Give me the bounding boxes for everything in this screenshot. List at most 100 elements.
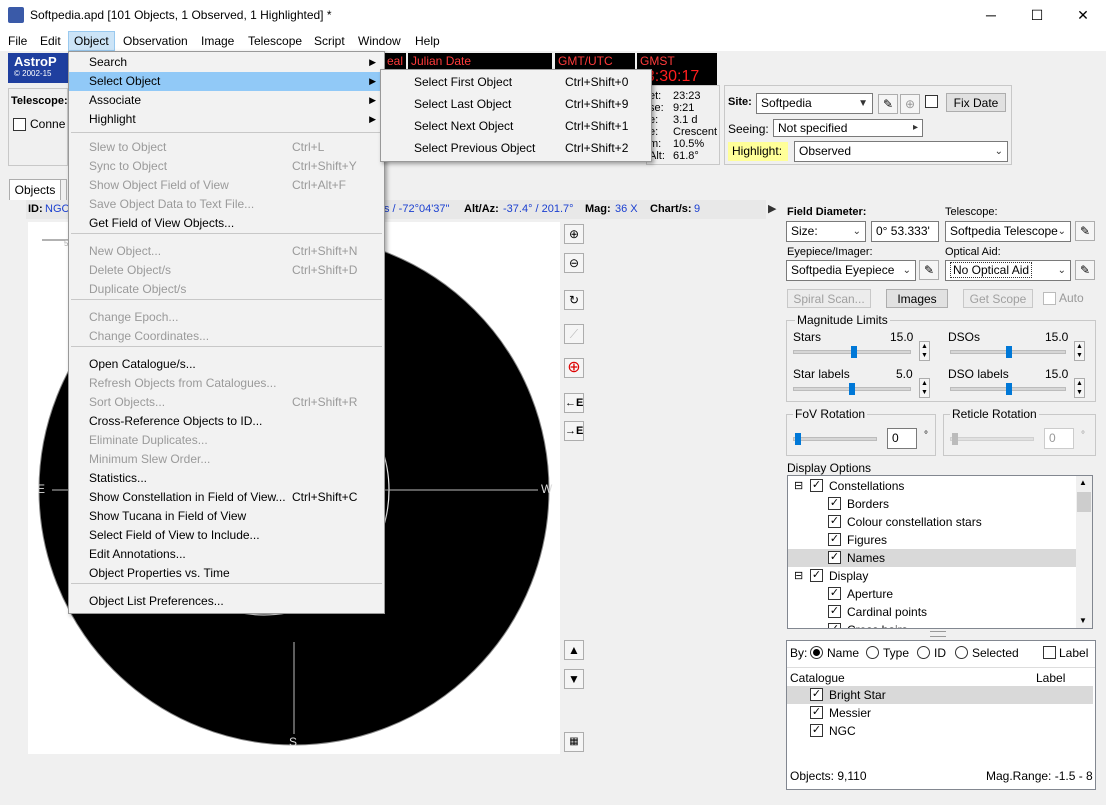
menu-item-edit-annotations[interactable]: Edit Annotations... bbox=[69, 545, 384, 564]
images-button[interactable]: Images bbox=[886, 289, 948, 308]
crosshair-button[interactable]: ⊕ bbox=[564, 358, 584, 378]
tree-checkbox[interactable]: ✓ bbox=[810, 569, 823, 582]
catalogue-row-messier[interactable]: ✓ Messier bbox=[787, 704, 1093, 722]
tree-checkbox[interactable]: ✓ bbox=[810, 479, 823, 492]
menu-item-select-last[interactable]: Select Last Object Ctrl+Shift+9 bbox=[381, 95, 651, 114]
east-right-button[interactable]: →E bbox=[564, 421, 584, 441]
menu-item-object-list-preferences[interactable]: Object List Preferences... bbox=[69, 592, 384, 611]
menu-observation[interactable]: Observation bbox=[118, 31, 193, 51]
spiral-scan-button[interactable]: Spiral Scan... bbox=[787, 289, 871, 308]
tree-row-crosshairs[interactable]: ✓ Cross hairs bbox=[788, 621, 1076, 628]
stars-spinner[interactable]: ▲ ▼ bbox=[919, 341, 930, 361]
radio-by-id[interactable] bbox=[917, 646, 930, 659]
east-left-button[interactable]: ←E bbox=[564, 393, 584, 413]
menu-item-show-constellation-in-field-of-view[interactable]: Show Constellation in Field of View... Ct… bbox=[69, 488, 384, 507]
tree-checkbox[interactable]: ✓ bbox=[828, 533, 841, 546]
menu-telescope[interactable]: Telescope bbox=[243, 31, 307, 51]
info-bar-arrow-icon[interactable]: ▶ bbox=[768, 202, 776, 215]
tab-next[interactable] bbox=[61, 179, 67, 200]
close-button[interactable]: ✕ bbox=[1060, 0, 1106, 31]
menu-window[interactable]: Window bbox=[353, 31, 406, 51]
splitter-handle[interactable] bbox=[930, 631, 946, 637]
rotate-button[interactable]: ↻ bbox=[564, 290, 584, 310]
menu-edit[interactable]: Edit bbox=[35, 31, 66, 51]
tree-checkbox[interactable]: ✓ bbox=[828, 515, 841, 528]
tree-scrollbar[interactable]: ▲ ▼ bbox=[1076, 476, 1092, 628]
display-options-tree[interactable]: ▲ ▼ ⊟ ✓ Constellations ✓ Borders ✓ Colour co… bbox=[787, 475, 1093, 629]
tab-objects[interactable]: Objects bbox=[9, 179, 61, 200]
menu-item-cross-reference-objects-to-id[interactable]: Cross-Reference Objects to ID... bbox=[69, 412, 384, 431]
label-checkbox[interactable] bbox=[1043, 646, 1056, 659]
eyepiece-edit-button[interactable]: ✎ bbox=[919, 260, 939, 280]
tree-row-colour[interactable]: ✓ Colour constellation stars bbox=[788, 513, 1076, 531]
maximize-button[interactable]: ☐ bbox=[1014, 0, 1060, 31]
connect-checkbox[interactable] bbox=[13, 118, 26, 131]
menu-object[interactable]: Object bbox=[68, 31, 115, 51]
optical-aid-edit-button[interactable]: ✎ bbox=[1075, 260, 1095, 280]
scroll-thumb[interactable] bbox=[1077, 492, 1091, 512]
radio-by-selected[interactable] bbox=[955, 646, 968, 659]
dsos-slider-thumb[interactable] bbox=[1006, 346, 1012, 358]
catalogue-checkbox[interactable]: ✓ bbox=[810, 724, 823, 737]
tree-checkbox[interactable]: ✓ bbox=[828, 623, 841, 628]
fov-rotation-input[interactable]: 0 bbox=[887, 428, 917, 449]
menu-image[interactable]: Image bbox=[196, 31, 239, 51]
menu-item-select-first[interactable]: Select First Object Ctrl+Shift+0 bbox=[381, 73, 651, 92]
zoom-out-button[interactable]: ⊖ bbox=[564, 253, 584, 273]
site-globe-button[interactable]: ⊕ bbox=[900, 94, 920, 114]
menu-file[interactable]: File bbox=[3, 31, 32, 51]
tree-checkbox[interactable]: ✓ bbox=[828, 497, 841, 510]
zoom-in-button[interactable]: ⊕ bbox=[564, 224, 584, 244]
site-edit-button[interactable]: ✎ bbox=[878, 94, 898, 114]
expand-icon[interactable]: ⊟ bbox=[794, 477, 803, 495]
menu-item-object-properties-vs-time[interactable]: Object Properties vs. Time bbox=[69, 564, 384, 583]
tree-checkbox[interactable]: ✓ bbox=[828, 551, 841, 564]
site-select[interactable]: Softpedia ▼ bbox=[756, 93, 873, 114]
optical-aid-select[interactable]: No Optical Aid ⌄ bbox=[945, 260, 1071, 281]
auto-checkbox[interactable] bbox=[1043, 292, 1056, 305]
tree-row-constellations[interactable]: ⊟ ✓ Constellations bbox=[788, 477, 1076, 495]
telescope-select[interactable]: Softpedia Telescope ⌄ bbox=[945, 221, 1071, 242]
tree-row-names[interactable]: ✓ Names bbox=[788, 549, 1076, 567]
expand-icon[interactable]: ⊟ bbox=[794, 567, 803, 585]
menu-item-select-next[interactable]: Select Next Object Ctrl+Shift+1 bbox=[381, 117, 651, 136]
tree-row-cardinal[interactable]: ✓ Cardinal points bbox=[788, 603, 1076, 621]
reticle-rotation-input[interactable]: 0 bbox=[1044, 428, 1074, 449]
catalogue-checkbox[interactable]: ✓ bbox=[810, 706, 823, 719]
catalogue-row-bright-star[interactable]: ✓ Bright Star bbox=[787, 686, 1093, 704]
scroll-up-button[interactable]: ▲ bbox=[564, 640, 584, 660]
dsos-spinner[interactable]: ▲ ▼ bbox=[1074, 341, 1085, 361]
menu-item-associate[interactable]: Associate ▶ bbox=[69, 91, 384, 110]
fov-rotation-thumb[interactable] bbox=[795, 433, 801, 445]
star-labels-slider-thumb[interactable] bbox=[849, 383, 855, 395]
menu-item-select-previous[interactable]: Select Previous Object Ctrl+Shift+2 bbox=[381, 139, 651, 158]
menu-item-get-field-of-view-objects[interactable]: Get Field of View Objects... bbox=[69, 214, 384, 233]
get-scope-button[interactable]: Get Scope bbox=[963, 289, 1033, 308]
fov-input[interactable]: 0° 53.333' bbox=[871, 221, 939, 242]
radio-by-name[interactable] bbox=[810, 646, 823, 659]
fix-date-button[interactable]: Fix Date bbox=[946, 93, 1006, 112]
tree-row-aperture[interactable]: ✓ Aperture bbox=[788, 585, 1076, 603]
catalogue-row-ngc[interactable]: ✓ NGC bbox=[787, 722, 1093, 740]
menu-item-highlight[interactable]: Highlight ▶ bbox=[69, 110, 384, 129]
menu-item-search[interactable]: Search ▶ bbox=[69, 53, 384, 72]
size-select[interactable]: Size: ⌄ bbox=[786, 221, 866, 242]
menu-item-select-field-of-view-to-include[interactable]: Select Field of View to Include... bbox=[69, 526, 384, 545]
minimize-button[interactable]: ─ bbox=[968, 0, 1014, 31]
menu-help[interactable]: Help bbox=[410, 31, 445, 51]
tree-checkbox[interactable]: ✓ bbox=[828, 605, 841, 618]
menu-item-select-object[interactable]: Select Object ▶ bbox=[69, 72, 384, 91]
highlight-select[interactable]: Observed ⌄ bbox=[794, 141, 1008, 162]
site-checkbox[interactable] bbox=[925, 95, 938, 108]
reticle-rotation-thumb[interactable] bbox=[952, 433, 958, 445]
seeing-select[interactable]: Not specified ▸ bbox=[773, 119, 923, 137]
stars-slider-thumb[interactable] bbox=[851, 346, 857, 358]
menu-script[interactable]: Script bbox=[309, 31, 350, 51]
reticle-rotation-slider[interactable] bbox=[950, 437, 1034, 441]
dso-labels-spinner[interactable]: ▲ ▼ bbox=[1074, 378, 1085, 398]
dso-labels-slider-thumb[interactable] bbox=[1006, 383, 1012, 395]
telescope-edit-button[interactable]: ✎ bbox=[1075, 221, 1095, 241]
tree-checkbox[interactable]: ✓ bbox=[828, 587, 841, 600]
tree-row-display[interactable]: ⊟ ✓ Display bbox=[788, 567, 1076, 585]
eyepiece-select[interactable]: Softpedia Eyepiece ⌄ bbox=[786, 260, 916, 281]
